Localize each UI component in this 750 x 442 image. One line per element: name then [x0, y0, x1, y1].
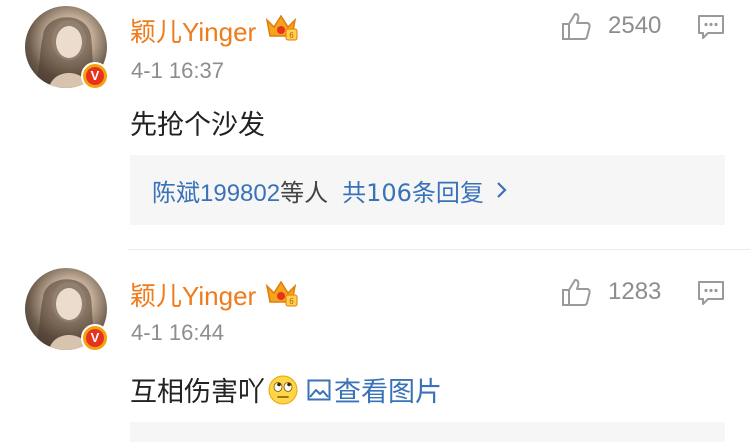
svg-text:6: 6 — [289, 31, 294, 40]
divider — [128, 249, 750, 250]
avatar[interactable]: V — [25, 6, 109, 90]
verified-badge-icon: V — [81, 324, 109, 352]
username[interactable]: 颖儿Yinger — [130, 12, 256, 49]
comment-item: V 颖儿Yinger 6 4-1 16:37 先抢个沙发 2540 陈斌1998… — [0, 0, 750, 249]
comment-bubble-icon[interactable] — [697, 14, 725, 40]
comment-text: 先抢个沙发 — [130, 103, 265, 142]
reply-users[interactable]: 陈斌199802 — [152, 173, 280, 208]
comment-time: 4-1 16:44 — [131, 320, 224, 345]
comment-time: 4-1 16:37 — [131, 58, 224, 83]
comment-body: 先抢个沙发 — [130, 110, 265, 141]
reply-summary[interactable] — [130, 422, 725, 442]
eye-roll-emoji-icon — [268, 375, 298, 404]
like-count: 2540 — [608, 12, 662, 39]
comment-item: V 颖儿Yinger 6 4-1 16:44 互相伤害吖 查看图片 1283 — [0, 252, 750, 442]
verified-badge-icon: V — [81, 62, 109, 90]
view-image-label: 查看图片 — [334, 377, 442, 408]
svg-text:6: 6 — [289, 297, 294, 306]
image-icon — [307, 379, 331, 400]
crown-member-icon: 6 — [265, 14, 298, 41]
avatar[interactable]: V — [25, 268, 109, 352]
comment-text: 互相伤害吖 查看图片 — [130, 370, 442, 409]
like-button[interactable]: 2540 — [560, 10, 661, 42]
like-count: 1283 — [608, 278, 662, 305]
crown-member-icon: 6 — [265, 280, 298, 307]
reply-summary[interactable]: 陈斌199802 等人 共106条回复 — [130, 155, 725, 225]
comment-bubble-icon[interactable] — [697, 280, 725, 306]
view-image-link[interactable]: 查看图片 — [307, 370, 442, 409]
reply-total-link[interactable]: 共106条回复 — [342, 173, 484, 208]
like-button[interactable]: 1283 — [560, 276, 661, 308]
username[interactable]: 颖儿Yinger — [130, 276, 256, 313]
chevron-right-icon — [497, 182, 507, 198]
reply-users-suffix: 等人 — [280, 178, 329, 207]
thumbs-up-icon — [562, 279, 591, 306]
comment-body: 互相伤害吖 — [130, 377, 265, 408]
thumbs-up-icon — [562, 13, 591, 40]
